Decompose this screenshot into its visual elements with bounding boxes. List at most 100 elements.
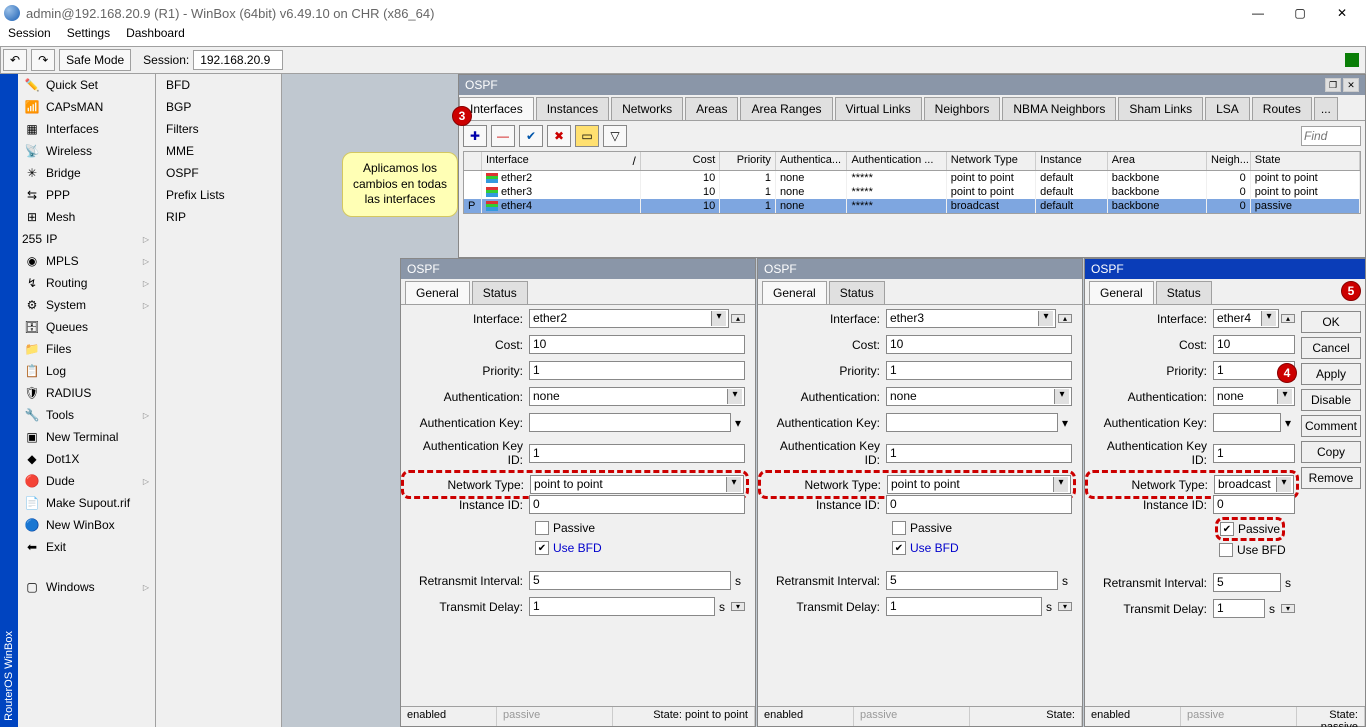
- tab-...[interactable]: ...: [1314, 97, 1338, 120]
- passive-checkbox[interactable]: ✔: [1220, 522, 1234, 536]
- tab-sham-links[interactable]: Sham Links: [1118, 97, 1203, 120]
- col-header[interactable]: [464, 152, 482, 170]
- up-icon[interactable]: ▴: [731, 314, 745, 323]
- col-header[interactable]: Area: [1108, 152, 1207, 170]
- authkeyid-input[interactable]: 1: [886, 444, 1072, 463]
- col-header[interactable]: Cost: [641, 152, 720, 170]
- tab-virtual-links[interactable]: Virtual Links: [835, 97, 922, 120]
- sidebar-item-make-supout.rif[interactable]: 📄 Make Supout.rif: [18, 492, 155, 514]
- sidebar-item-mpls[interactable]: ◉ MPLS ▷: [18, 250, 155, 272]
- nettype-select[interactable]: point to point: [887, 475, 1071, 494]
- auth-select[interactable]: none: [1213, 387, 1295, 406]
- bfd-checkbox[interactable]: [1219, 543, 1233, 557]
- comment-button[interactable]: ▭: [575, 125, 599, 147]
- sidebar-item-files[interactable]: 📁 Files: [18, 338, 155, 360]
- down-icon[interactable]: ▾: [1058, 602, 1072, 611]
- tab-nbma-neighbors[interactable]: NBMA Neighbors: [1002, 97, 1116, 120]
- bfd-checkbox[interactable]: ✔: [892, 541, 906, 555]
- transdelay-input[interactable]: 1: [1213, 599, 1265, 618]
- auth-select[interactable]: none: [886, 387, 1072, 406]
- sidebar-item-windows[interactable]: ▢ Windows ▷: [18, 576, 155, 598]
- col-header[interactable]: Priority: [720, 152, 776, 170]
- sidebar-item-dot1x[interactable]: ◆ Dot1X: [18, 448, 155, 470]
- authkey-input[interactable]: [1213, 413, 1281, 432]
- col-header[interactable]: Authentication ...: [847, 152, 946, 170]
- submenu-item-rip[interactable]: RIP: [156, 206, 281, 228]
- maximize-button[interactable]: ▢: [1280, 1, 1320, 25]
- cost-input[interactable]: 10: [529, 335, 745, 354]
- safe-mode-button[interactable]: Safe Mode: [59, 49, 131, 71]
- filter-button[interactable]: ▽: [603, 125, 627, 147]
- comment-button[interactable]: Comment: [1301, 415, 1361, 437]
- tab-neighbors[interactable]: Neighbors: [924, 97, 1001, 120]
- tab-general[interactable]: General: [405, 281, 470, 304]
- sidebar-item-ip[interactable]: 255 IP ▷: [18, 228, 155, 250]
- enable-button[interactable]: ✔: [519, 125, 543, 147]
- sidebar-item-mesh[interactable]: ⊞ Mesh: [18, 206, 155, 228]
- sidebar-item-tools[interactable]: 🔧 Tools ▷: [18, 404, 155, 426]
- minimize-button[interactable]: —: [1238, 1, 1278, 25]
- tab-lsa[interactable]: LSA: [1205, 97, 1250, 120]
- col-header[interactable]: State: [1251, 152, 1360, 170]
- col-header[interactable]: Network Type: [947, 152, 1036, 170]
- retrans-input[interactable]: 5: [529, 571, 731, 590]
- tab-instances[interactable]: Instances: [536, 97, 609, 120]
- tab-networks[interactable]: Networks: [611, 97, 683, 120]
- cancel-button[interactable]: Cancel: [1301, 337, 1361, 359]
- transdelay-input[interactable]: 1: [886, 597, 1042, 616]
- priority-input[interactable]: 1: [886, 361, 1072, 380]
- remove-button[interactable]: Remove: [1301, 467, 1361, 489]
- authkey-input[interactable]: [529, 413, 731, 432]
- instid-input[interactable]: 0: [1213, 495, 1295, 514]
- interface-select[interactable]: ether4: [1213, 309, 1279, 328]
- redo-button[interactable]: ↷: [31, 49, 55, 71]
- tab-areas[interactable]: Areas: [685, 97, 738, 120]
- copy-button[interactable]: Copy: [1301, 441, 1361, 463]
- ospf-restore-icon[interactable]: ❐: [1325, 78, 1341, 92]
- submenu-item-filters[interactable]: Filters: [156, 118, 281, 140]
- sidebar-item-routing[interactable]: ↯ Routing ▷: [18, 272, 155, 294]
- submenu-item-prefix-lists[interactable]: Prefix Lists: [156, 184, 281, 206]
- down-icon[interactable]: ▾: [1281, 604, 1295, 613]
- table-row[interactable]: ether3 101 none***** point to pointdefau…: [464, 185, 1360, 199]
- interface-select[interactable]: ether3: [886, 309, 1056, 328]
- sidebar-item-radius[interactable]: 🛡 RADIUS: [18, 382, 155, 404]
- sidebar-item-new-winbox[interactable]: 🔵 New WinBox: [18, 514, 155, 536]
- col-header[interactable]: Neigh...: [1207, 152, 1251, 170]
- submenu-item-bfd[interactable]: BFD: [156, 74, 281, 96]
- disable-button[interactable]: Disable: [1301, 389, 1361, 411]
- tab-status[interactable]: Status: [1156, 281, 1212, 304]
- sidebar-item-log[interactable]: 📋 Log: [18, 360, 155, 382]
- sidebar-item-bridge[interactable]: ✳ Bridge: [18, 162, 155, 184]
- ok-button[interactable]: OK: [1301, 311, 1361, 333]
- retrans-input[interactable]: 5: [886, 571, 1058, 590]
- sidebar-item-ppp[interactable]: ⇆ PPP: [18, 184, 155, 206]
- instid-input[interactable]: 0: [886, 495, 1072, 514]
- interface-select[interactable]: ether2: [529, 309, 729, 328]
- sidebar-item-exit[interactable]: ⬅ Exit: [18, 536, 155, 558]
- submenu-item-bgp[interactable]: BGP: [156, 96, 281, 118]
- tab-status[interactable]: Status: [472, 281, 528, 304]
- col-header[interactable]: Authentica...: [776, 152, 848, 170]
- ospf-titlebar[interactable]: OSPF ❐ ✕: [459, 75, 1365, 95]
- sidebar-item-quick-set[interactable]: ✏️ Quick Set: [18, 74, 155, 96]
- table-row[interactable]: ether2 101 none***** point to pointdefau…: [464, 171, 1360, 185]
- col-header[interactable]: Interface /: [482, 152, 641, 170]
- tab-general[interactable]: General: [1089, 281, 1154, 304]
- sidebar-item-interfaces[interactable]: ▦ Interfaces: [18, 118, 155, 140]
- cost-input[interactable]: 10: [1213, 335, 1295, 354]
- priority-input[interactable]: 1: [529, 361, 745, 380]
- tab-status[interactable]: Status: [829, 281, 885, 304]
- passive-checkbox[interactable]: [535, 521, 549, 535]
- disable-button[interactable]: ✖: [547, 125, 571, 147]
- tab-general[interactable]: General: [762, 281, 827, 304]
- apply-button[interactable]: Apply: [1301, 363, 1361, 385]
- down-icon[interactable]: ▾: [731, 602, 745, 611]
- menu-dashboard[interactable]: Dashboard: [126, 26, 185, 46]
- sidebar-item-wireless[interactable]: 📡 Wireless: [18, 140, 155, 162]
- sidebar-item-new-terminal[interactable]: ▣ New Terminal: [18, 426, 155, 448]
- submenu-item-mme[interactable]: MME: [156, 140, 281, 162]
- authkeyid-input[interactable]: 1: [529, 444, 745, 463]
- col-header[interactable]: Instance: [1036, 152, 1108, 170]
- sidebar-item-system[interactable]: ⚙ System ▷: [18, 294, 155, 316]
